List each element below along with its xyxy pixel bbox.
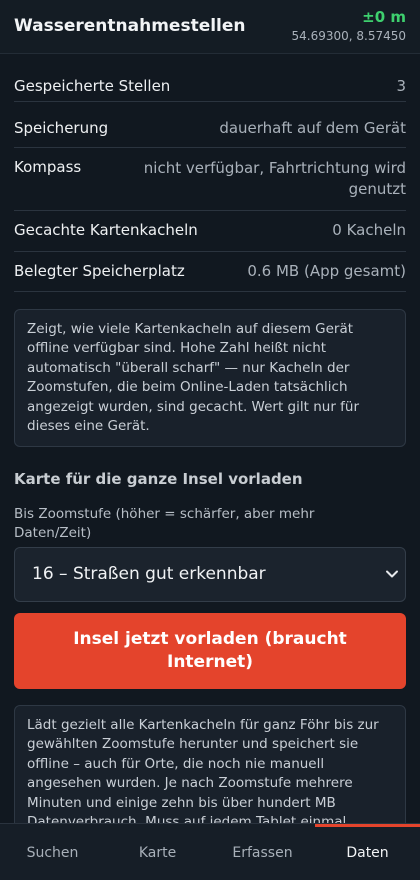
zoom-level-label: Bis Zoomstufe (höher = schärfer, aber me… <box>14 505 394 543</box>
info-line: Zoomstufen, die beim Online-Laden tatsäc… <box>27 379 348 396</box>
stat-value-line: genutzt <box>348 180 406 198</box>
info-line: gewählten Zoomstufe herunter und speiche… <box>27 736 359 753</box>
info-line: Lädt gezielt alle Kartenkacheln für ganz… <box>27 717 379 733</box>
info-line: dieses eine Gerät. <box>27 418 150 435</box>
preload-info-box: Lädt gezielt alle Kartenkacheln für ganz… <box>14 705 406 823</box>
stat-label: Kompass <box>14 158 82 176</box>
button-label: Insel jetzt vorladen (braucht Internet) <box>73 628 347 674</box>
button-label-line: Insel jetzt vorladen (braucht <box>73 629 347 649</box>
chevron-down-icon <box>386 570 398 578</box>
preload-section-title: Karte für die ganze Insel vorladen <box>14 470 303 488</box>
stat-row-compass: Kompass nicht verfügbar, Fahrtrichtung w… <box>14 148 406 211</box>
tab-daten[interactable]: Daten <box>315 824 420 880</box>
info-line: Datenverbrauch. Muss auf jedem Tablet ei… <box>27 814 347 823</box>
stat-label: Speicherung <box>14 119 109 137</box>
coordinates-readout: 54.69300, 8.57450 <box>291 29 406 43</box>
stat-value: 0 Kacheln <box>332 221 406 239</box>
stat-label: Gecachte Kartenkacheln <box>14 221 198 239</box>
stat-row-cached-tiles: Gecachte Kartenkacheln 0 Kacheln <box>14 211 406 252</box>
stat-value: 0.6 MB (App gesamt) <box>247 262 406 280</box>
label-line: Daten/Zeit) <box>14 525 92 541</box>
stat-value: nicht verfügbar, Fahrtrichtung wird genu… <box>144 158 406 200</box>
info-line: Minuten und einige zehn bis über hundert… <box>27 794 336 811</box>
info-line: automatisch "überall scharf" — nur Kache… <box>27 359 350 376</box>
stat-row-storage-used: Belegter Speicherplatz 0.6 MB (App gesam… <box>14 252 406 292</box>
cache-info-box: Zeigt, wie viele Kartenkacheln auf diese… <box>14 309 406 447</box>
zoom-level-selected-value: 16 – Straßen gut erkennbar <box>32 564 266 584</box>
stat-row-saved-points: Gespeicherte Stellen 3 <box>14 72 406 102</box>
tab-suchen[interactable]: Suchen <box>0 824 105 880</box>
bottom-tab-bar: Suchen Karte Erfassen Daten <box>0 823 420 880</box>
app-header: Wasserentnahmestellen ±0 m 54.69300, 8.5… <box>0 0 420 54</box>
stat-value: dauerhaft auf dem Gerät <box>219 119 406 137</box>
stat-value: 3 <box>396 77 406 95</box>
label-line: Bis Zoomstufe (höher = schärfer, aber me… <box>14 506 315 522</box>
button-label-line: Internet) <box>167 652 253 672</box>
info-line: offline – auch für Orte, die noch nie ma… <box>27 755 325 772</box>
info-line: Zeigt, wie viele Kartenkacheln auf diese… <box>27 321 354 337</box>
stat-row-storage: Speicherung dauerhaft auf dem Gerät <box>14 102 406 148</box>
info-line: angesehen wurden. Je nach Zoomstufe mehr… <box>27 775 353 792</box>
stat-label: Gespeicherte Stellen <box>14 77 171 95</box>
tab-erfassen[interactable]: Erfassen <box>210 824 315 880</box>
tab-karte[interactable]: Karte <box>105 824 210 880</box>
stat-label: Belegter Speicherplatz <box>14 262 185 280</box>
info-line: offline verfügbar sind. Hohe Zahl heißt … <box>27 340 327 357</box>
stat-value-line: nicht verfügbar, Fahrtrichtung wird <box>143 159 406 177</box>
info-line: angezeigt wurden, sind gecacht. Wert gil… <box>27 398 360 415</box>
data-panel[interactable]: Gespeicherte Stellen 3 Speicherung dauer… <box>0 55 420 823</box>
preload-island-button[interactable]: Insel jetzt vorladen (braucht Internet) <box>14 613 406 689</box>
altitude-readout: ±0 m <box>362 8 406 26</box>
page-title: Wasserentnahmestellen <box>14 16 246 36</box>
zoom-level-select[interactable]: 16 – Straßen gut erkennbar <box>14 547 406 602</box>
